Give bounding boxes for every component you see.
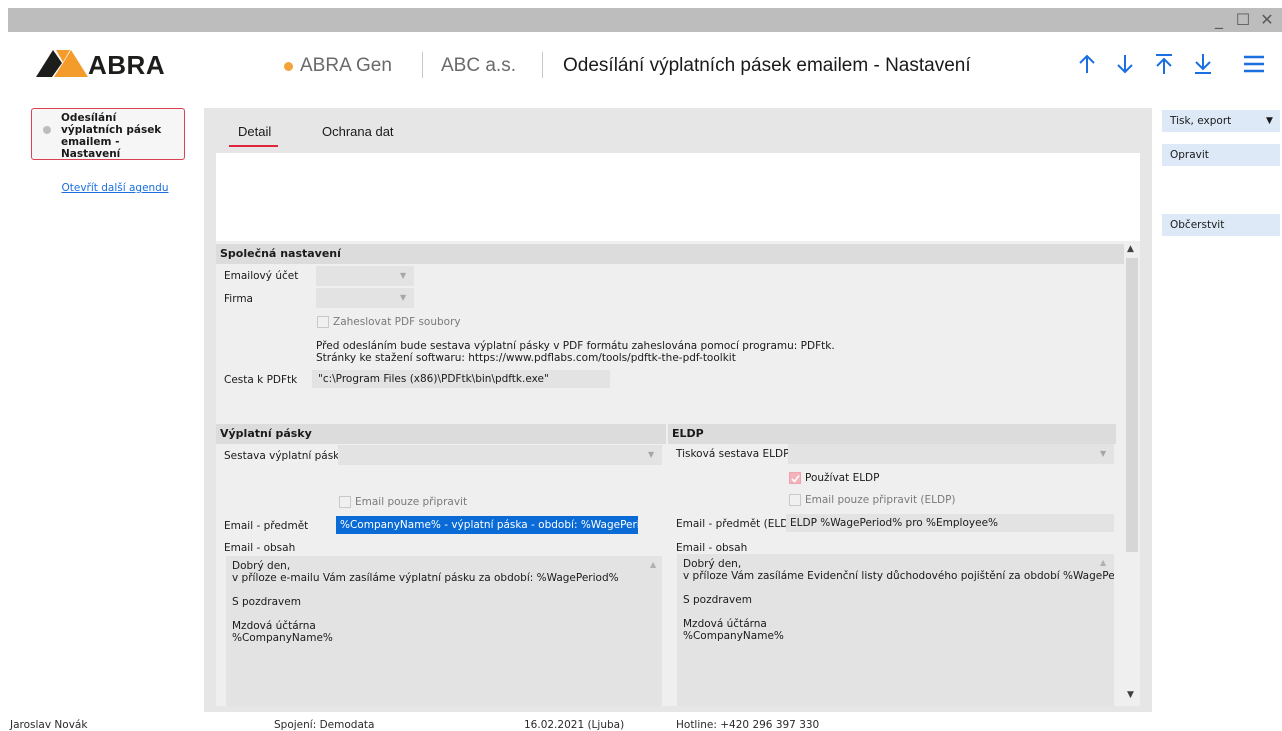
eldp-report-label: Tisková sestava ELDP [676, 448, 790, 460]
section-eldp: ELDP [668, 424, 1116, 444]
payslip-body-label: Email - obsah [224, 542, 296, 554]
section-common-settings: Společná nastavení [216, 244, 1124, 264]
pdftk-info-line1: Před odesláním bude sestava výplatní pás… [316, 340, 835, 352]
payslip-subject-label: Email - předmět [224, 520, 309, 532]
email-account-label: Emailový účet [224, 270, 299, 282]
caret-down-icon: ▼ [1266, 116, 1273, 126]
active-agenda-label: Odesílání výplatních pásek emailem - Nas… [61, 112, 162, 160]
password-pdf-label: Zaheslovat PDF soubory [333, 316, 461, 328]
maximize-button[interactable]: ☐ [1232, 9, 1254, 31]
header-separator [542, 52, 543, 78]
eldp-subject-label: Email - předmět (ELDP) [676, 518, 799, 530]
edit-button[interactable]: Opravit [1162, 144, 1280, 166]
company-select[interactable]: ▼ [316, 288, 414, 308]
password-pdf-checkbox[interactable] [317, 316, 329, 328]
chevron-down-icon: ▼ [648, 450, 655, 459]
chevron-down-icon: ▼ [400, 293, 407, 302]
scroll-down-icon[interactable]: ▼ [1127, 690, 1134, 700]
payslip-subject-input[interactable]: %CompanyName% - výplatní páska - období:… [336, 516, 638, 534]
eldp-body-textarea[interactable]: Dobrý den, v příloze Vám zasíláme Eviden… [677, 554, 1114, 706]
section-payslips: Výplatní pásky [216, 424, 666, 444]
agenda-status-dot [43, 126, 51, 134]
chevron-down-icon: ▼ [400, 271, 407, 280]
scroll-up-icon[interactable]: ▲ [1127, 244, 1134, 254]
eldp-report-select[interactable]: ▼ [788, 444, 1114, 464]
close-button[interactable]: ✕ [1256, 9, 1278, 31]
eldp-body-label: Email - obsah [676, 542, 748, 554]
company-label: Firma [224, 293, 253, 305]
status-user: Jaroslav Novák [10, 719, 88, 731]
checkmark-icon [791, 475, 800, 483]
payslip-report-select[interactable]: ▼ [338, 445, 662, 465]
chevron-down-icon: ▼ [1100, 449, 1107, 458]
pdftk-path-input[interactable]: "c:\Program Files (x86)\PDFtk\bin\pdftk.… [312, 370, 610, 388]
email-account-select[interactable]: ▼ [316, 266, 414, 286]
active-tab-indicator [229, 145, 278, 147]
use-eldp-label: Používat ELDP [805, 472, 880, 484]
title-bar-strip [8, 8, 1282, 32]
eldp-subject-input[interactable]: ELDP %WagePeriod% pro %Employee% [786, 514, 1114, 532]
arrow-down-icon[interactable] [1114, 52, 1136, 76]
arrow-to-bottom-icon[interactable] [1192, 52, 1214, 76]
page-title: Odesílání výplatních pásek emailem - Nas… [563, 55, 971, 76]
use-eldp-checkbox[interactable] [789, 472, 801, 484]
app-name: ABRA Gen [300, 55, 392, 76]
refresh-button[interactable]: Občerstvit [1162, 214, 1280, 236]
pdftk-path-label: Cesta k PDFtk [224, 374, 298, 386]
scroll-up-icon[interactable]: ▲ [650, 560, 656, 569]
detail-header-area [216, 153, 1140, 241]
header-separator [422, 52, 423, 78]
arrow-to-top-icon[interactable] [1153, 52, 1175, 76]
payslip-report-label: Sestava výplatní pásky [224, 450, 346, 462]
print-export-button[interactable]: Tisk, export ▼ [1162, 110, 1280, 132]
eldp-prepare-only-label: Email pouze připravit (ELDP) [805, 494, 956, 506]
abra-logo-icon [36, 50, 88, 77]
eldp-prepare-only-checkbox[interactable] [789, 494, 801, 506]
company-name: ABC a.s. [441, 55, 516, 76]
app-status-dot [284, 62, 293, 71]
open-agenda-link[interactable]: Otevřít další agendu [60, 182, 170, 194]
logo-text: ABRA [88, 50, 166, 80]
scroll-up-icon[interactable]: ▲ [1100, 558, 1106, 567]
payslip-prepare-only-label: Email pouze připravit [355, 496, 468, 508]
minimize-button[interactable]: _ [1208, 9, 1230, 31]
status-hotline: Hotline: +420 296 397 330 [676, 719, 820, 731]
tab-data-protection[interactable]: Ochrana dat [322, 124, 394, 139]
pdftk-info-line2: Stránky ke stažení softwaru: https://www… [316, 352, 736, 364]
payslip-prepare-only-checkbox[interactable] [339, 496, 351, 508]
status-date: 16.02.2021 (Ljuba) [524, 719, 625, 731]
hamburger-menu-icon[interactable] [1242, 54, 1266, 74]
print-export-label: Tisk, export [1170, 115, 1232, 127]
tab-detail[interactable]: Detail [238, 124, 271, 139]
scrollbar-thumb[interactable] [1126, 258, 1138, 552]
arrow-up-icon[interactable] [1076, 52, 1098, 76]
status-connection: Spojení: Demodata [274, 719, 375, 731]
payslip-body-textarea[interactable]: Dobrý den, v příloze e-mailu Vám zasílám… [226, 556, 662, 706]
